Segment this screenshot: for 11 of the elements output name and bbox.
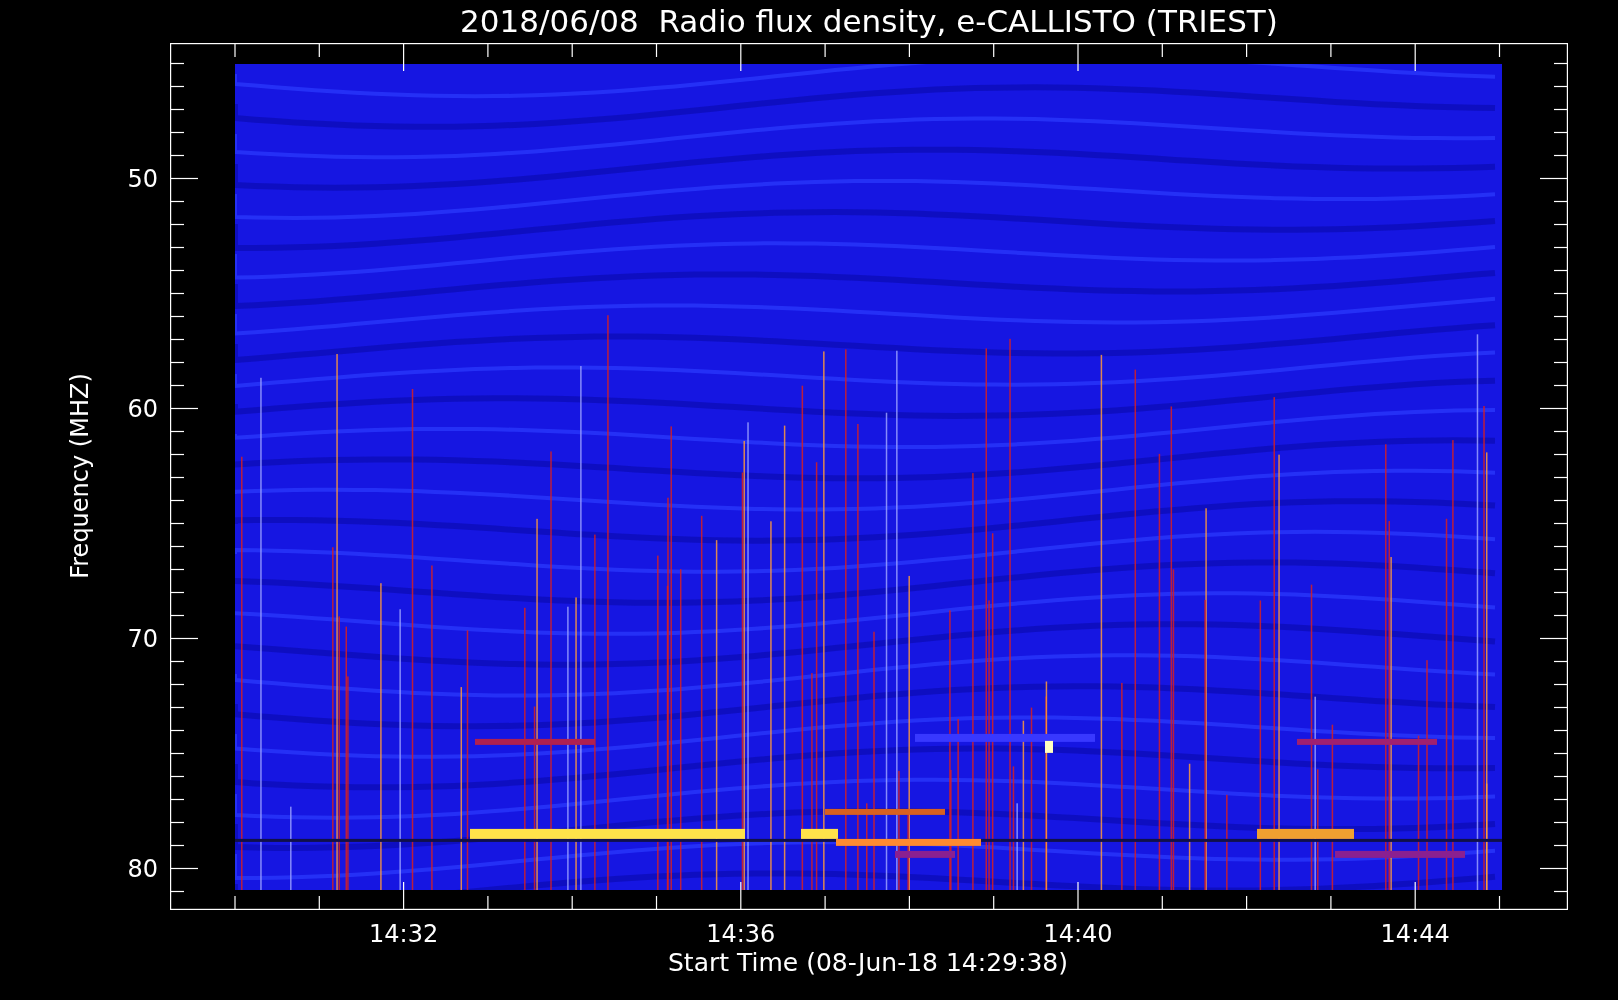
chart-title: 2018/06/08 Radio flux density, e-CALLISTO (TRIEST) — [459, 2, 1279, 41]
x-tick-label: 14:32 — [368, 920, 440, 948]
y-tick-label: 50 — [127, 164, 158, 193]
y-axis-label: Frequency (MHZ) — [66, 372, 94, 581]
y-tick-label: 70 — [127, 624, 158, 653]
x-tick-label: 14:36 — [705, 920, 777, 948]
y-tick-label: 80 — [127, 854, 158, 883]
x-tick-label: 14:44 — [1379, 920, 1451, 948]
y-tick-label: 60 — [127, 394, 158, 423]
x-tick-label: 14:40 — [1042, 920, 1114, 948]
x-axis-label: Start Time (08-Jun-18 14:29:38) — [667, 948, 1069, 978]
